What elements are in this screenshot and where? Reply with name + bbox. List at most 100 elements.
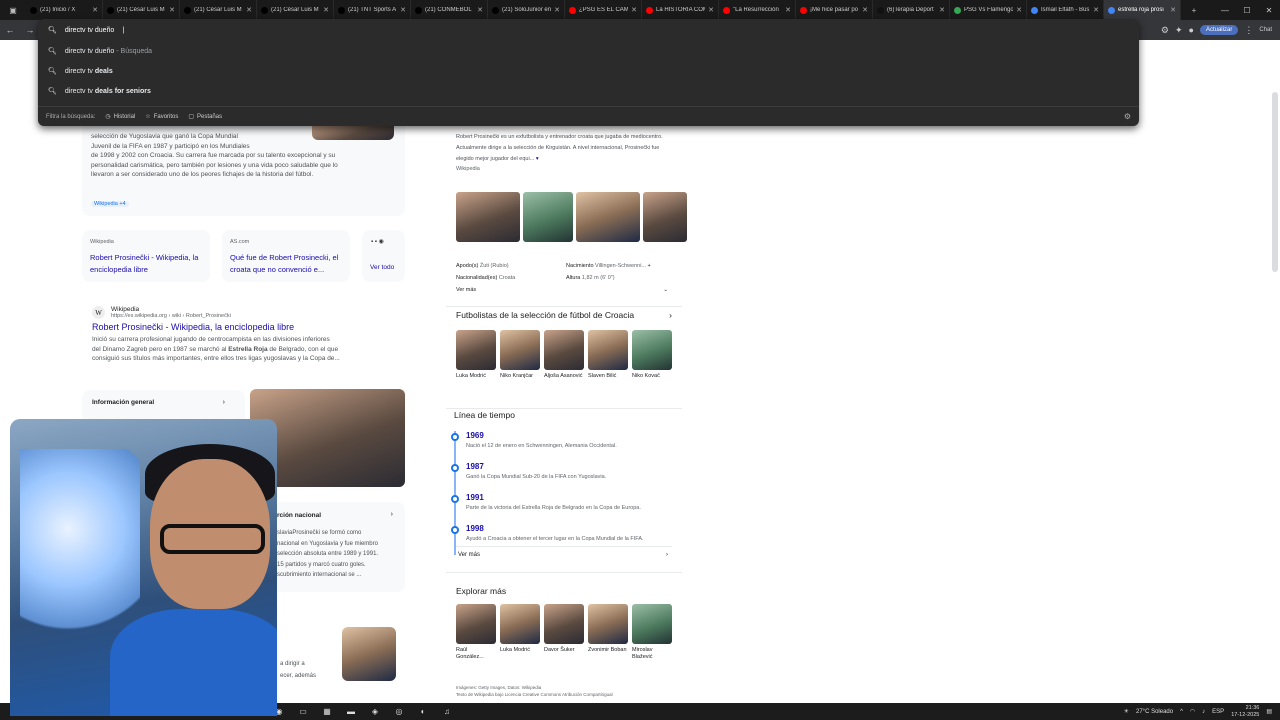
clock[interactable]: 21:36 17-12-2025 bbox=[1231, 705, 1259, 719]
update-button[interactable]: Actualizar bbox=[1199, 25, 1239, 35]
timeline-item[interactable]: 1987 Ganó la Copa Mundial Sub-20 de la FI… bbox=[451, 462, 674, 493]
tab-close-icon[interactable]: ✕ bbox=[1093, 6, 1099, 14]
panel-image[interactable] bbox=[576, 192, 640, 242]
new-tab-button[interactable]: + bbox=[1181, 0, 1207, 20]
person-card[interactable]: Miroslav Blažević bbox=[632, 604, 672, 661]
app-icon[interactable]: ◐ bbox=[414, 705, 432, 719]
tab-close-icon[interactable]: ✕ bbox=[708, 6, 714, 14]
expand-icon[interactable]: ▾ bbox=[536, 156, 539, 162]
tray-chevron-icon[interactable]: ^ bbox=[1180, 709, 1183, 715]
national-card[interactable]: rción nacional › slaviaProsinečki se for… bbox=[265, 502, 405, 592]
tab-close-icon[interactable]: ✕ bbox=[400, 6, 406, 14]
tab[interactable]: estrella roja prosi ✕ bbox=[1104, 0, 1181, 20]
person-card[interactable]: Raúl González... bbox=[456, 604, 496, 661]
tab-search-icon[interactable]: ▣ bbox=[0, 0, 26, 20]
volume-icon[interactable]: ♪ bbox=[1202, 709, 1205, 715]
weather-text[interactable]: 27°C Soleado bbox=[1136, 709, 1173, 715]
panel-image[interactable] bbox=[456, 192, 520, 242]
tab[interactable]: (21) SoloJunior en ✕ bbox=[488, 0, 565, 20]
tab-close-icon[interactable]: ✕ bbox=[246, 6, 252, 14]
tab[interactable]: (6)Terapia Deport ✕ bbox=[873, 0, 950, 20]
see-all-link[interactable]: Ver todo bbox=[370, 264, 394, 271]
players-header[interactable]: Futbolistas de la selección de fútbol de… bbox=[456, 310, 672, 320]
person-card[interactable]: Niko Kranjčar bbox=[500, 330, 540, 380]
address-input[interactable]: directv tv dueño bbox=[65, 27, 114, 34]
music-icon[interactable]: ♫ bbox=[438, 705, 456, 719]
tab[interactable]: Ismail Elfath - Bús ✕ bbox=[1027, 0, 1104, 20]
maximize-icon[interactable]: ☐ bbox=[1236, 0, 1258, 20]
minimize-icon[interactable]: — bbox=[1214, 0, 1236, 20]
result-url[interactable]: https://es.wikipedia.org › wiki › Robert… bbox=[111, 313, 231, 319]
thumbnail-image[interactable] bbox=[342, 627, 396, 681]
suggestion-2[interactable]: 🔍︎ directv tv deals for seniors bbox=[38, 81, 1139, 101]
gear-icon[interactable]: ⚙ bbox=[1124, 112, 1131, 121]
close-window-icon[interactable]: ✕ bbox=[1258, 0, 1280, 20]
filter-history[interactable]: ◷ Historial bbox=[105, 113, 135, 121]
weather-icon[interactable]: ☀ bbox=[1124, 708, 1129, 715]
tab-close-icon[interactable]: ✕ bbox=[785, 6, 791, 14]
tab[interactable]: (21) Inicio / X ✕ bbox=[26, 0, 103, 20]
tab-close-icon[interactable]: ✕ bbox=[477, 6, 483, 14]
tab-close-icon[interactable]: ✕ bbox=[1016, 6, 1022, 14]
address-bar[interactable]: 🔍︎ directv tv dueño | bbox=[38, 19, 1139, 41]
task-view-icon[interactable]: ▭ bbox=[294, 705, 312, 719]
wifi-icon[interactable]: ◠ bbox=[1190, 708, 1195, 715]
person-card[interactable]: Niko Kovač bbox=[632, 330, 672, 380]
person-card[interactable]: Aljoša Asanović bbox=[544, 330, 584, 380]
chevron-down-icon[interactable]: ⌄ bbox=[663, 284, 668, 296]
filter-bookmarks[interactable]: ☆ Favoritos bbox=[145, 113, 178, 121]
plus-icon[interactable]: + bbox=[648, 263, 651, 269]
language-indicator[interactable]: ESP bbox=[1212, 709, 1224, 715]
person-card[interactable]: Luka Modrić bbox=[500, 604, 540, 661]
see-more-link[interactable]: Ver más bbox=[456, 284, 476, 296]
back-icon[interactable]: ← bbox=[0, 20, 20, 40]
filter-tabs[interactable]: ▢ Pestañas bbox=[188, 113, 222, 121]
tab[interactable]: La HISTORIA COM ✕ bbox=[642, 0, 719, 20]
timeline-more[interactable]: Ver más › bbox=[458, 552, 668, 558]
scrollbar[interactable] bbox=[1272, 92, 1278, 272]
tab[interactable]: (21) TNT Sports A ✕ bbox=[334, 0, 411, 20]
panel-desc-source[interactable]: Wikipedia bbox=[456, 166, 480, 172]
person-card[interactable]: Zvonimir Boban bbox=[588, 604, 628, 661]
result-title[interactable]: Robert Prosinečki - Wikipedia, la encicl… bbox=[92, 322, 404, 332]
calculator-icon[interactable]: ▦ bbox=[318, 705, 336, 719]
person-card[interactable]: Davor Šuker bbox=[544, 604, 584, 661]
extensions-puzzle-icon[interactable]: ✦ bbox=[1175, 25, 1183, 36]
tab-close-icon[interactable]: ✕ bbox=[631, 6, 637, 14]
source-card-as[interactable]: AS.com Qué fue de Robert Prosinecki, el … bbox=[222, 230, 350, 282]
person-card[interactable]: Slaven Bilić bbox=[588, 330, 628, 380]
person-card[interactable]: Luka Modrić bbox=[456, 330, 496, 380]
panel-image[interactable] bbox=[523, 192, 573, 242]
tab[interactable]: PSG Vs Flamengo ✕ bbox=[950, 0, 1027, 20]
tab-close-icon[interactable]: ✕ bbox=[939, 6, 945, 14]
tab[interactable]: (21) CONMEBOL ✕ bbox=[411, 0, 488, 20]
brave-icon[interactable]: ◈ bbox=[366, 705, 384, 719]
tab-close-icon[interactable]: ✕ bbox=[1170, 6, 1176, 14]
tab-close-icon[interactable]: ✕ bbox=[554, 6, 560, 14]
menu-icon[interactable]: ⋮ bbox=[1244, 25, 1253, 36]
source-card-wikipedia[interactable]: Wikipedia Robert Prosinečki - Wikipedia,… bbox=[82, 230, 210, 282]
file-explorer-icon[interactable]: ▬ bbox=[342, 705, 360, 719]
tab[interactable]: ¡Me hice pasar po ✕ bbox=[796, 0, 873, 20]
forward-icon[interactable]: → bbox=[20, 20, 40, 40]
notifications-icon[interactable]: ▤ bbox=[1266, 708, 1272, 715]
timeline-item[interactable]: 1991 Parte de la victoria del Estrella Ro… bbox=[451, 493, 674, 524]
tab[interactable]: (21) César Luis M ✕ bbox=[103, 0, 180, 20]
see-all-card[interactable]: ▪ ▪ ◉ Ver todo bbox=[362, 230, 405, 282]
panel-image[interactable] bbox=[643, 192, 687, 242]
tab-close-icon[interactable]: ✕ bbox=[169, 6, 175, 14]
tab[interactable]: (21) César Luis M ✕ bbox=[180, 0, 257, 20]
tab[interactable]: ¿PSG ES EL CAMP ✕ bbox=[565, 0, 642, 20]
suggestion-0[interactable]: 🔍︎ directv tv dueño - Búsqueda bbox=[38, 41, 1139, 61]
extension-icon[interactable]: ⚙ bbox=[1161, 25, 1169, 36]
obs-icon[interactable]: ◎ bbox=[390, 705, 408, 719]
suggestion-1[interactable]: 🔍︎ directv tv deals bbox=[38, 61, 1139, 81]
tab-close-icon[interactable]: ✕ bbox=[862, 6, 868, 14]
tab[interactable]: (21) César Luis M ✕ bbox=[257, 0, 334, 20]
tab-close-icon[interactable]: ✕ bbox=[92, 6, 98, 14]
timeline-item[interactable]: 1969 Nació el 12 de enero en Schwenningen… bbox=[451, 431, 674, 462]
timeline-item[interactable]: 1998 Ayudó a Croacia a obtener el tercer … bbox=[451, 524, 674, 555]
chat-button[interactable]: Chat bbox=[1259, 27, 1272, 33]
tab-close-icon[interactable]: ✕ bbox=[323, 6, 329, 14]
profile-avatar[interactable]: ● bbox=[1189, 25, 1194, 35]
